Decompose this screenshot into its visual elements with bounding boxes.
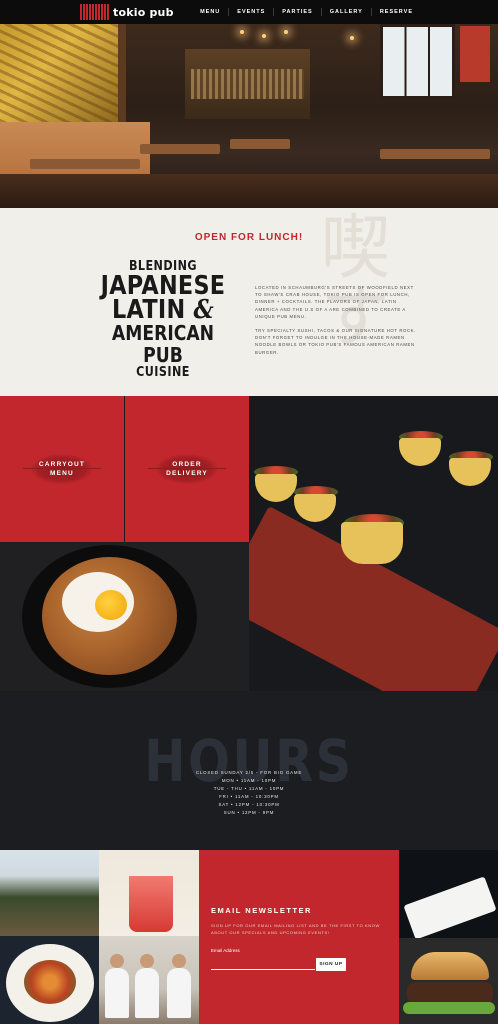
- sushi-photo: [399, 850, 498, 938]
- carryout-label-line-1: CARRYOUT: [38, 461, 86, 468]
- intro-paragraph-1: Located in Schaumburg's streets of Woodf…: [255, 285, 414, 319]
- cuisine-heading: BLENDING JAPANESE LATIN & AMERICAN PUB C…: [99, 260, 228, 380]
- heading-line-4: AMERICAN PUB: [111, 321, 215, 367]
- tokio-pub-logo[interactable]: tokio pub: [80, 3, 174, 21]
- intro-copy: Located in Schaumburg's streets of Woodf…: [255, 284, 417, 356]
- hero-poster: [460, 26, 490, 82]
- hours-line: MON • 11AM - 10PM: [221, 778, 277, 783]
- main-menu: MENU EVENTS PARTIES GALLERY RESERVE: [192, 8, 421, 16]
- newsletter-description: Sign up for our email mailing list and b…: [211, 923, 380, 935]
- hours-line: TUE - THU • 11AM - 10PM: [213, 786, 285, 791]
- hours-line: SUN • 12PM - 9PM: [223, 810, 275, 815]
- intro-paragraph-2: Try specialty sushi, tacos & our signatu…: [255, 328, 416, 355]
- carryout-label-line-2: MENU: [50, 470, 74, 477]
- hours-section: HOURS CLOSED SUNDAY 2/5 - FOR BIG GAME M…: [0, 691, 498, 850]
- ramen-burger-photo: [399, 938, 498, 1024]
- heading-line-3: LATIN &: [112, 295, 214, 325]
- hero-bar-shelves: [185, 49, 310, 119]
- patio-photo: [0, 850, 99, 936]
- newsletter-panel: EMAIL NEWSLETTER Sign up for our email m…: [199, 850, 399, 1024]
- order-label-line-2: DELIVERY: [166, 470, 208, 477]
- sign-up-button[interactable]: SIGN UP: [316, 958, 346, 971]
- order-label-line-1: ORDER: [172, 461, 202, 468]
- plated-dish-photo: [0, 936, 99, 1024]
- top-nav: tokio pub MENU EVENTS PARTIES GALLERY RE…: [0, 0, 498, 24]
- tacos-photo: [249, 396, 498, 691]
- chefs-photo: [99, 936, 199, 1024]
- logo-text: tokio pub: [113, 5, 174, 19]
- gallery-newsletter-section: EMAIL NEWSLETTER Sign up for our email m…: [0, 850, 498, 1024]
- hours-list: CLOSED SUNDAY 2/5 - FOR BIG GAME MON • 1…: [0, 769, 498, 817]
- hero-restaurant-photo: [0, 24, 498, 208]
- hero-mural: [0, 24, 118, 122]
- hero-window: [380, 24, 455, 99]
- logo-bars-icon: [80, 4, 109, 20]
- open-for-lunch-tagline: OPEN FOR LUNCH!: [194, 232, 304, 243]
- hours-line: FRI • 11AM - 10:30PM: [219, 794, 279, 799]
- hours-line: SAT • 12PM - 10:30PM: [218, 802, 280, 807]
- hero-tables: [30, 139, 498, 189]
- carryout-menu-button[interactable]: CARRYOUT MENU: [0, 396, 124, 542]
- nav-item-parties[interactable]: PARTIES: [273, 8, 320, 16]
- cocktail-photo: [99, 850, 199, 936]
- nav-item-events[interactable]: EVENTS: [228, 8, 273, 16]
- newsletter-title: EMAIL NEWSLETTER: [211, 906, 312, 915]
- nav-item-gallery[interactable]: GALLERY: [320, 8, 371, 16]
- hours-line: CLOSED SUNDAY 2/5 - FOR BIG GAME: [195, 770, 303, 775]
- intro-section: 喫す OPEN FOR LUNCH! BLENDING JAPANESE LAT…: [0, 208, 498, 396]
- fried-rice-photo: [0, 542, 249, 691]
- email-label: Email Address: [211, 948, 240, 953]
- heading-line-5: CUISINE: [136, 365, 190, 380]
- email-field[interactable]: [211, 957, 315, 970]
- nav-item-reserve[interactable]: RESERVE: [370, 8, 421, 16]
- nav-item-menu[interactable]: MENU: [192, 8, 228, 16]
- order-delivery-button[interactable]: ORDER DELIVERY: [125, 396, 249, 542]
